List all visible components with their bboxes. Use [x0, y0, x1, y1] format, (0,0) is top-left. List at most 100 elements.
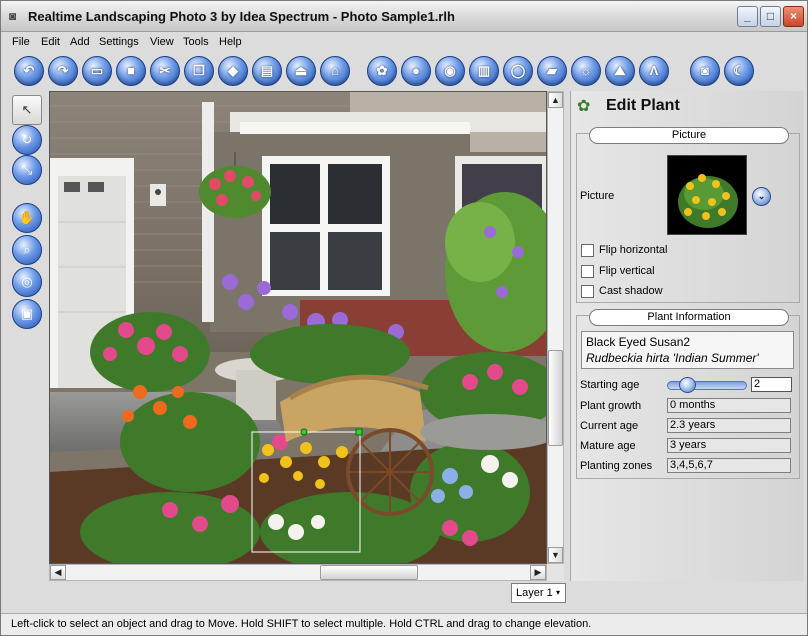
menu-edit[interactable]: Edit	[41, 36, 60, 48]
scroll-corner	[547, 564, 564, 581]
title-bar: ◙ Realtime Landscaping Photo 3 by Idea S…	[1, 1, 807, 32]
add-fence-icon: ▥	[477, 63, 491, 78]
night-mode-icon: ☾	[733, 63, 745, 78]
camera-button[interactable]: ◙	[690, 56, 720, 86]
pan-tool-button[interactable]: ✋	[12, 203, 42, 233]
add-plant-button[interactable]: ✿	[367, 56, 397, 86]
vertical-scroll-thumb[interactable]	[548, 350, 563, 446]
terrain-button[interactable]: ⏏	[286, 56, 316, 86]
add-mulch-region-icon: ◯	[510, 63, 526, 78]
chevron-down-icon: ▾	[555, 588, 560, 597]
menu-settings[interactable]: Settings	[99, 36, 139, 48]
add-rock-icon: ◉	[444, 63, 456, 78]
resize-tool-button[interactable]: ⤡	[12, 155, 42, 185]
layer-dropdown[interactable]: Layer 1 ▾	[511, 583, 566, 603]
zoom-fit-icon: ◎	[21, 274, 33, 289]
starting-age-label: Starting age	[580, 379, 640, 391]
scroll-left-button[interactable]: ◀	[50, 565, 66, 580]
fullscreen-button[interactable]: ▣	[12, 299, 42, 329]
starting-age-input[interactable]: 2	[751, 377, 792, 392]
cast-shadow-label: Cast shadow	[599, 285, 663, 297]
main-toolbar: ↶ ↷ ▭ ■ ✂ ❐ ◆ ▤ ⏏ ⌂ ✿ ● ◉ ▥ ◯ ▰ ☼ ⛰ Λ ◙ …	[1, 53, 807, 89]
add-light-button[interactable]: ☼	[571, 56, 601, 86]
fullscreen-icon: ▣	[20, 306, 34, 321]
add-fence-button[interactable]: ▥	[469, 56, 499, 86]
menu-tools[interactable]: Tools	[183, 36, 209, 48]
add-edging-button[interactable]: ⛰	[605, 56, 635, 86]
plant-scientific-name: Rudbeckia hirta 'Indian Summer'	[586, 351, 759, 365]
app-window: ◙ Realtime Landscaping Photo 3 by Idea S…	[0, 0, 808, 636]
minimize-button[interactable]: _	[737, 6, 758, 27]
pan-hand-icon: ✋	[18, 210, 36, 225]
zoom-tool-button[interactable]: ⌕	[12, 235, 42, 265]
horizontal-scroll-thumb[interactable]	[320, 565, 418, 580]
undo-button[interactable]: ↶	[14, 56, 44, 86]
current-age-field: 2.3 years	[667, 418, 791, 433]
add-text-icon: Λ	[649, 63, 659, 78]
gazebo-button[interactable]: ⌂	[320, 56, 350, 86]
garden-photo	[50, 92, 546, 563]
photo-canvas[interactable]	[49, 91, 547, 564]
gazebo-icon: ⌂	[331, 63, 339, 78]
flip-horizontal-label: Flip horizontal	[599, 244, 668, 256]
add-rock-button[interactable]: ◉	[435, 56, 465, 86]
current-age-label: Current age	[580, 420, 639, 432]
add-shrub-icon: ●	[412, 63, 420, 78]
redo-icon: ↷	[57, 63, 69, 78]
paste-icon: ◆	[228, 63, 238, 78]
add-text-button[interactable]: Λ	[639, 56, 669, 86]
menu-view[interactable]: View	[150, 36, 174, 48]
scroll-right-button[interactable]: ▶	[530, 565, 546, 580]
left-toolbar: ↖ ↻ ⤡ ✋ ⌕ ◎ ▣	[1, 91, 47, 586]
change-picture-button[interactable]: ⌄	[752, 187, 771, 206]
menu-add[interactable]: Add	[70, 36, 90, 48]
save-button[interactable]: ■	[116, 56, 146, 86]
plant-icon: ✿	[577, 98, 591, 115]
starting-age-slider-handle[interactable]	[679, 377, 696, 393]
maximize-button[interactable]: □	[760, 6, 781, 27]
menu-file[interactable]: File	[12, 36, 30, 48]
print-button[interactable]: ▤	[252, 56, 282, 86]
cast-shadow-checkbox[interactable]	[581, 285, 594, 298]
planting-zones-field: 3,4,5,6,7	[667, 458, 791, 473]
menu-help[interactable]: Help	[219, 36, 242, 48]
planting-zones-label: Planting zones	[580, 460, 653, 472]
vertical-scrollbar[interactable]: ▲ ▼	[547, 91, 564, 564]
scroll-up-button[interactable]: ▲	[548, 92, 563, 108]
panel-header: ✿ Edit Plant	[571, 91, 805, 123]
open-button[interactable]: ▭	[82, 56, 112, 86]
mature-age-field: 3 years	[667, 438, 791, 453]
plant-thumbnail	[667, 155, 747, 235]
copy-icon: ❐	[193, 63, 205, 78]
paste-button[interactable]: ◆	[218, 56, 248, 86]
edit-plant-panel: ✿ Edit Plant Picture Picture ⌄ Flip hori…	[570, 91, 804, 581]
print-icon: ▤	[260, 63, 274, 78]
camera-icon: ◙	[701, 63, 709, 78]
add-wall-icon: ▰	[547, 63, 557, 78]
picture-section-header: Picture	[589, 127, 789, 144]
night-mode-button[interactable]: ☾	[724, 56, 754, 86]
flip-horizontal-checkbox[interactable]	[581, 244, 594, 257]
copy-button[interactable]: ❐	[184, 56, 214, 86]
cut-button[interactable]: ✂	[150, 56, 180, 86]
scroll-down-button[interactable]: ▼	[548, 547, 563, 563]
add-mulch-region-button[interactable]: ◯	[503, 56, 533, 86]
resize-icon: ⤡	[21, 162, 33, 177]
flip-vertical-label: Flip vertical	[599, 265, 655, 277]
cut-scissors-icon: ✂	[159, 63, 171, 78]
menu-bar: File Edit Add Settings View Tools Help	[1, 33, 807, 52]
zoom-fit-button[interactable]: ◎	[12, 267, 42, 297]
add-wall-button[interactable]: ▰	[537, 56, 567, 86]
plant-growth-field: 0 months	[667, 398, 791, 413]
picture-label: Picture	[580, 190, 615, 202]
undo-icon: ↶	[23, 63, 35, 78]
select-tool-button[interactable]: ↖	[12, 95, 42, 125]
redo-button[interactable]: ↷	[48, 56, 78, 86]
add-light-icon: ☼	[580, 63, 592, 78]
add-shrub-button[interactable]: ●	[401, 56, 431, 86]
close-button[interactable]: ×	[783, 6, 804, 27]
horizontal-scrollbar[interactable]: ◀ ▶	[49, 564, 547, 581]
plant-info-section-header: Plant Information	[589, 309, 789, 326]
flip-vertical-checkbox[interactable]	[581, 265, 594, 278]
rotate-tool-button[interactable]: ↻	[12, 125, 42, 155]
